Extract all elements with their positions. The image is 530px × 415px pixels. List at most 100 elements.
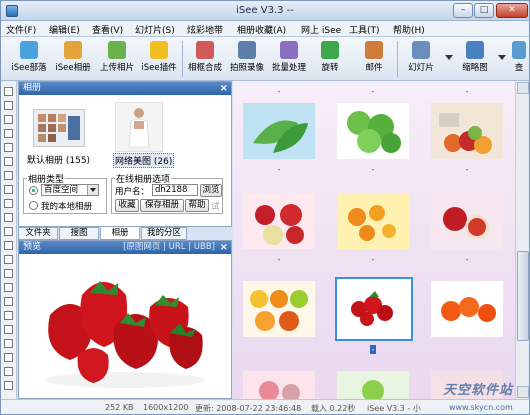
- thumbnail-oranges[interactable]: [337, 193, 409, 249]
- status-app-version: iSee V3.3 - 小: [367, 404, 421, 413]
- collect-button[interactable]: 收藏: [115, 199, 139, 212]
- thumbnail-button[interactable]: 缩略图: [455, 40, 495, 78]
- test-button[interactable]: 试: [211, 200, 220, 212]
- scroll-up-button[interactable]: [517, 82, 529, 94]
- menu-view[interactable]: 查看(V): [92, 23, 123, 36]
- help-button[interactable]: 帮助: [185, 199, 209, 212]
- thumbnail-apples[interactable]: [243, 193, 315, 249]
- thumbnail-strawberries[interactable]: [337, 281, 409, 337]
- plugin-icon: [150, 41, 168, 59]
- tab-search-image[interactable]: 搜图: [59, 227, 99, 240]
- checkbox[interactable]: [4, 367, 13, 376]
- radio-baidu-space[interactable]: [29, 186, 38, 195]
- menu-help[interactable]: 帮助(H): [393, 23, 425, 36]
- close-button[interactable]: ✕: [496, 3, 528, 18]
- scroll-down-button[interactable]: [517, 386, 529, 398]
- rotate-button[interactable]: 旋转: [313, 40, 347, 78]
- thumbnail-partial-middle[interactable]: [337, 371, 409, 399]
- checkbox[interactable]: [4, 157, 13, 166]
- batch-process-button[interactable]: 批量处理: [269, 40, 309, 78]
- toolbar-separator: [182, 41, 183, 77]
- isee-album-button[interactable]: iSee相册: [53, 40, 93, 78]
- isee-plugin-button[interactable]: iSee插件: [139, 40, 179, 78]
- checkbox[interactable]: [4, 297, 13, 306]
- menu-album-collection[interactable]: 相册收藏(A): [237, 23, 286, 36]
- menu-color-zone[interactable]: 炫彩地带: [187, 23, 223, 36]
- browse-button[interactable]: 浏览: [200, 184, 222, 197]
- checkbox[interactable]: [4, 381, 13, 390]
- checkbox[interactable]: [4, 87, 13, 96]
- checkbox[interactable]: [4, 269, 13, 278]
- radio-local-album[interactable]: [29, 201, 38, 210]
- checkbox[interactable]: [4, 143, 13, 152]
- app-window: iSee V3.3 -- – □ ✕ 文件(F) 编辑(E) 查看(V) 幻灯片…: [0, 0, 530, 415]
- menu-slideshow[interactable]: 幻灯片(S): [135, 23, 175, 36]
- checkbox[interactable]: [4, 199, 13, 208]
- menu-online-isee[interactable]: 网上 iSee: [301, 23, 341, 36]
- default-album-label[interactable]: 默认相册 (155): [27, 153, 90, 166]
- checkbox[interactable]: [4, 129, 13, 138]
- mail-button[interactable]: 邮件: [357, 40, 391, 78]
- preview-panel-title-text: 预览: [23, 242, 42, 252]
- username-input[interactable]: dh2188: [152, 184, 198, 196]
- grid-scrollbar[interactable]: [515, 81, 529, 399]
- checkbox[interactable]: [4, 171, 13, 180]
- web-album-thumbnail[interactable]: [115, 102, 163, 152]
- thumbnail-citrus-halves[interactable]: [243, 281, 315, 337]
- thumbnail-grid: - - - - - - - - - -: [233, 81, 515, 399]
- checkbox[interactable]: [4, 311, 13, 320]
- thumbnail-caption: -: [277, 255, 281, 264]
- tab-album[interactable]: 相册: [100, 227, 140, 240]
- minimize-button[interactable]: –: [453, 3, 473, 18]
- thumbnail-green-leaves[interactable]: [337, 103, 409, 159]
- chevron-down-icon: [87, 185, 98, 195]
- thumbnail-leaves[interactable]: [243, 103, 315, 159]
- checkbox[interactable]: [4, 185, 13, 194]
- preview-panel: 预览 [原图网页 | URL | UBB] ×: [18, 240, 232, 399]
- tab-my-partition[interactable]: 我的分区: [141, 227, 187, 240]
- thumbnail-dropdown-icon[interactable]: [498, 55, 506, 60]
- close-icon[interactable]: ×: [220, 82, 228, 95]
- toolbar-label: 拍照录像: [229, 63, 264, 73]
- album-type-select[interactable]: 百度空间: [41, 184, 99, 196]
- thumbnail-tangerines[interactable]: [431, 281, 503, 337]
- checkbox[interactable]: [4, 325, 13, 334]
- checkbox[interactable]: [4, 101, 13, 110]
- checkbox[interactable]: [4, 213, 13, 222]
- web-album-label[interactable]: 网络美图 (26): [113, 153, 175, 168]
- mail-icon: [365, 41, 383, 59]
- checkbox[interactable]: [4, 283, 13, 292]
- checkbox[interactable]: [4, 241, 13, 250]
- toolbar-separator: [397, 41, 398, 77]
- slideshow-dropdown-icon[interactable]: [445, 55, 453, 60]
- preview-links[interactable]: [原图网页 | URL | UBB]: [123, 241, 215, 254]
- checkbox[interactable]: [4, 255, 13, 264]
- toolbar-label: 幻灯片: [408, 63, 434, 73]
- album-type-group: 相册类型 百度空间 我的本地相册: [23, 172, 107, 214]
- watermark-url: www.skycn.com: [449, 403, 513, 412]
- thumbnail-red-apples[interactable]: [431, 193, 503, 249]
- menu-tools[interactable]: 工具(T): [349, 23, 380, 36]
- menu-edit[interactable]: 编辑(E): [49, 23, 80, 36]
- thumbnail-fruit-bowl[interactable]: [431, 103, 503, 159]
- menu-file[interactable]: 文件(F): [6, 23, 36, 36]
- checkbox[interactable]: [4, 339, 13, 348]
- online-album-group: 在线相册选项 用户名： dh2188 浏览 收藏 保存相册 帮助 试: [111, 172, 223, 214]
- upload-photo-button[interactable]: 上传相片: [97, 40, 137, 78]
- slideshow-button[interactable]: 幻灯片: [401, 40, 441, 78]
- frame-compose-button[interactable]: 相框合成: [185, 40, 225, 78]
- checkbox[interactable]: [4, 353, 13, 362]
- close-icon[interactable]: ×: [220, 241, 228, 254]
- tab-folder[interactable]: 文件夹: [18, 227, 58, 240]
- thumbnail-partial-left[interactable]: [243, 371, 315, 399]
- checkbox[interactable]: [4, 227, 13, 236]
- scroll-thumb[interactable]: [517, 251, 529, 341]
- preview-image: [20, 255, 230, 397]
- view-button[interactable]: 查: [509, 40, 529, 78]
- camera-record-button[interactable]: 拍照录像: [227, 40, 267, 78]
- default-album-thumbnail[interactable]: [33, 109, 85, 147]
- isee-tribe-button[interactable]: iSee部落: [9, 40, 49, 78]
- save-album-button[interactable]: 保存相册: [140, 199, 184, 212]
- checkbox[interactable]: [4, 115, 13, 124]
- maximize-button[interactable]: □: [474, 3, 494, 18]
